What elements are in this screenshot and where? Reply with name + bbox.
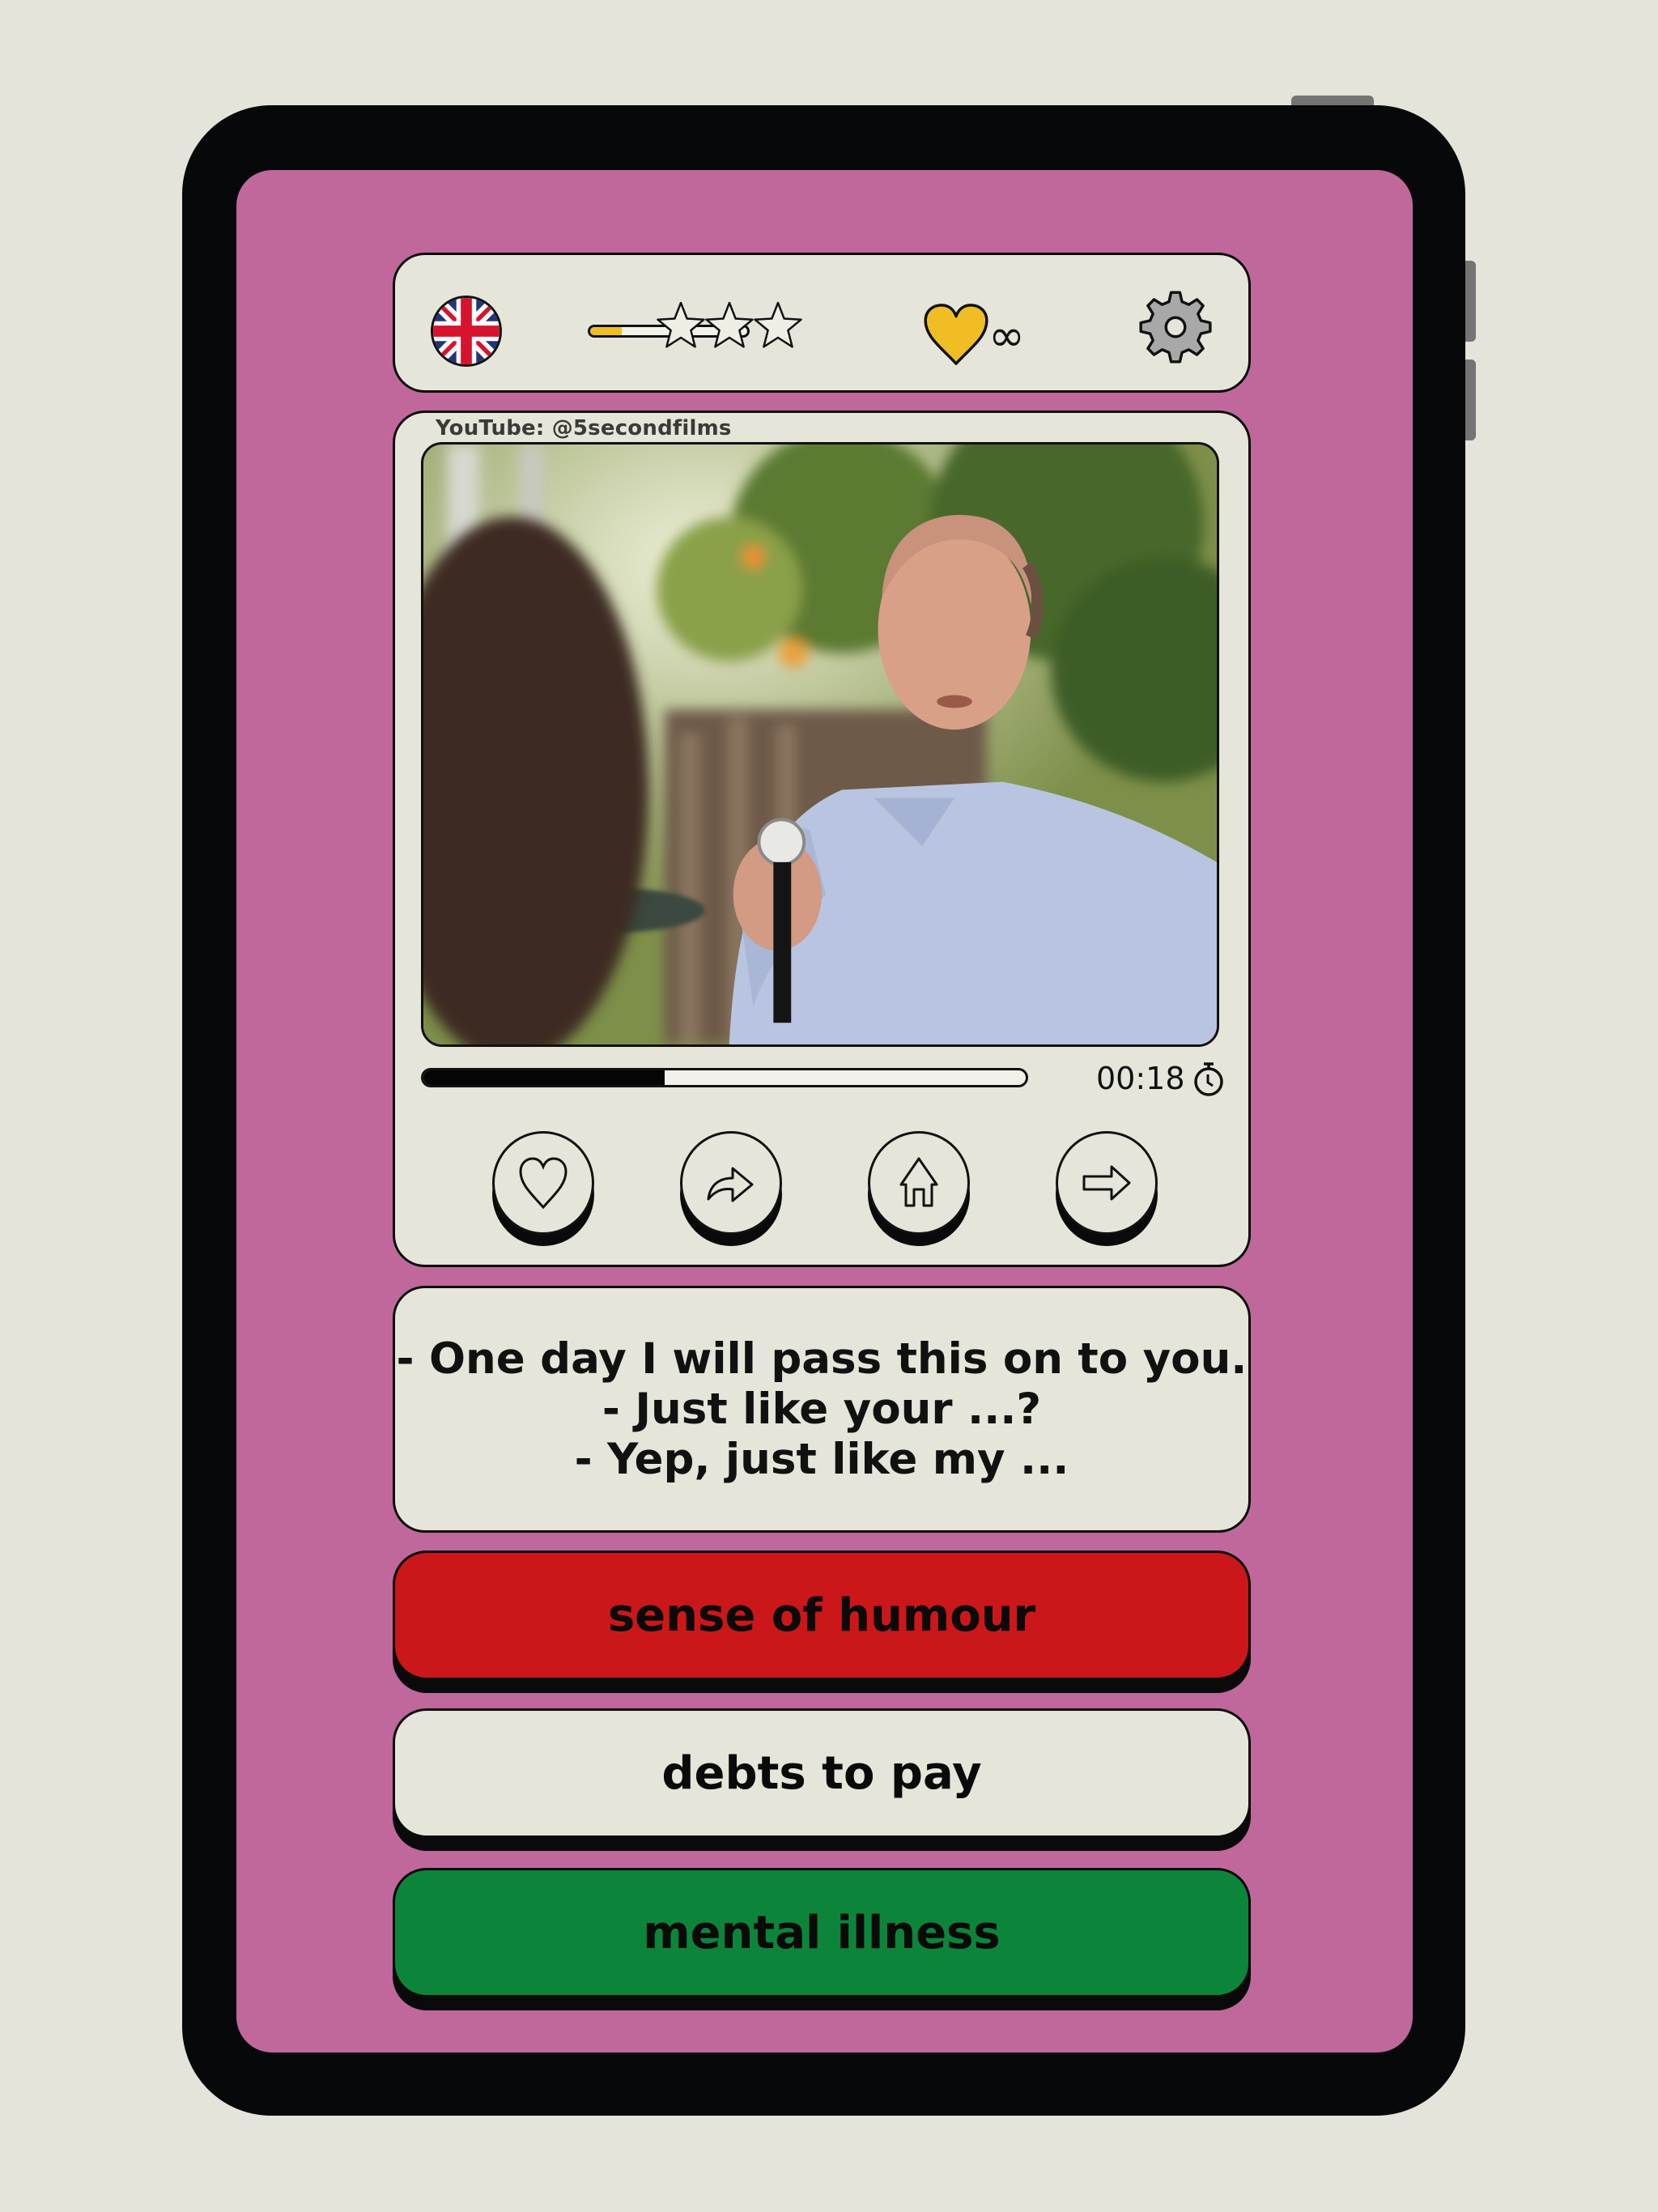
video-progress-fill: [423, 1070, 665, 1085]
home-button-face[interactable]: [868, 1131, 970, 1235]
like-button-face[interactable]: [492, 1131, 594, 1235]
video-player[interactable]: [421, 442, 1219, 1047]
status-bar: ∞: [393, 253, 1251, 393]
heart-icon: [924, 304, 988, 365]
arrow-right-icon: [1082, 1165, 1131, 1201]
share-button[interactable]: [680, 1131, 782, 1246]
star-icon: [657, 301, 705, 348]
video-progress-bar[interactable]: [421, 1068, 1028, 1087]
next-button-face[interactable]: [1056, 1131, 1158, 1235]
heart-outline-icon: [519, 1157, 568, 1210]
star-icon: [754, 301, 802, 348]
answer-option-1[interactable]: sense of humour: [393, 1551, 1251, 1693]
subtitle-card: - One day I will pass this on to you. - …: [393, 1286, 1251, 1533]
subtitle-line: - Just like your ...?: [602, 1384, 1042, 1434]
app-screen: ∞ YouTube: @5secondfilms 00:18 - One day…: [236, 170, 1413, 2052]
like-button[interactable]: [492, 1131, 594, 1246]
answer-option-3[interactable]: mental illness: [393, 1868, 1251, 2010]
video-card: YouTube: @5secondfilms 00:18: [393, 410, 1251, 1267]
star-rating: [654, 299, 816, 357]
share-button-face[interactable]: [680, 1131, 782, 1235]
answer-option-label[interactable]: sense of humour: [393, 1551, 1251, 1680]
level-progress-fill: [590, 327, 622, 335]
stopwatch-icon: [1194, 1062, 1223, 1096]
gear-icon[interactable]: [1136, 287, 1215, 367]
uk-flag-icon[interactable]: [431, 296, 502, 367]
answer-option-label[interactable]: mental illness: [393, 1868, 1251, 1997]
star-icon: [705, 301, 754, 348]
home-icon: [899, 1157, 938, 1207]
subtitle-line: - Yep, just like my ...: [574, 1434, 1069, 1484]
subtitle-line: - One day I will pass this on to you.: [396, 1334, 1248, 1384]
video-time: 00:18: [1096, 1061, 1185, 1096]
answer-option-2[interactable]: debts to pay: [393, 1708, 1251, 1851]
next-button[interactable]: [1056, 1131, 1158, 1246]
share-arrow-icon: [707, 1167, 754, 1202]
video-source-credit: YouTube: @5secondfilms: [436, 416, 732, 440]
home-button[interactable]: [868, 1131, 970, 1246]
answer-option-label[interactable]: debts to pay: [393, 1708, 1251, 1838]
lives-count: ∞: [988, 310, 1025, 361]
